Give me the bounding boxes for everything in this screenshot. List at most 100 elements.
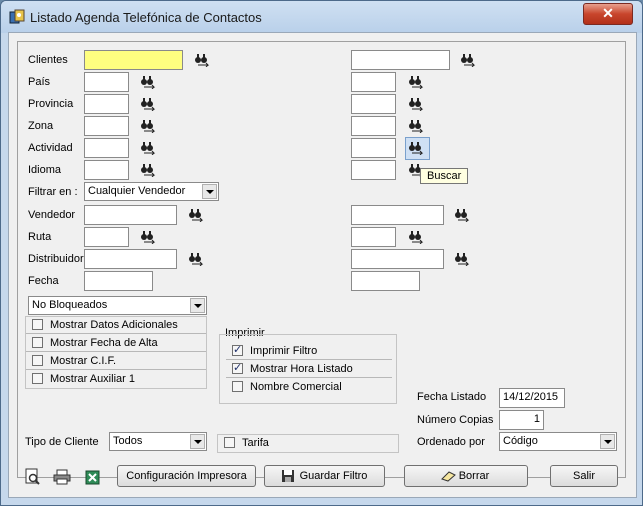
fecha-label: Fecha <box>28 275 59 287</box>
ordenado-por-select[interactable]: Código <box>499 432 617 451</box>
app-icon <box>9 9 25 24</box>
provincia-label: Provincia <box>28 98 74 110</box>
mostrar-auxiliar1-checkbox[interactable]: Mostrar Auxiliar 1 <box>26 371 206 388</box>
tipo-cliente-select[interactable]: Todos <box>109 432 207 451</box>
binoculars-icon[interactable] <box>188 252 204 266</box>
nombre-comercial-checkbox[interactable]: Nombre Comercial <box>226 379 392 396</box>
filtrar-en-label: Filtrar en : <box>28 186 78 198</box>
tipo-cliente-value: Todos <box>113 435 143 447</box>
pais-to-input[interactable] <box>351 72 396 92</box>
idioma-from-input[interactable] <box>84 160 129 180</box>
printer-icon[interactable] <box>53 469 71 485</box>
tarifa-checkbox[interactable]: Tarifa <box>218 435 398 452</box>
actividad-label: Actividad <box>28 142 73 154</box>
vendedor-from-input[interactable] <box>84 205 177 225</box>
checkbox-box[interactable] <box>32 319 43 330</box>
save-icon <box>282 470 294 482</box>
chevron-down-icon[interactable] <box>190 434 205 449</box>
idioma-to-input[interactable] <box>351 160 396 180</box>
binoculars-icon[interactable] <box>408 141 424 155</box>
checkbox-box[interactable] <box>224 437 235 448</box>
salir-button[interactable]: Salir <box>550 465 618 487</box>
bloqueados-select[interactable]: No Bloqueados <box>28 296 207 315</box>
filtrar-en-value: Cualquier Vendedor <box>88 185 186 197</box>
binoculars-icon[interactable] <box>140 75 156 89</box>
checkbox-box[interactable] <box>232 343 243 356</box>
checkbox-box[interactable] <box>32 373 43 384</box>
mostrar-hora-listado-checkbox[interactable]: Mostrar Hora Listado <box>226 361 392 378</box>
checkbox-label: Mostrar C.I.F. <box>50 355 117 367</box>
filtrar-en-select[interactable]: Cualquier Vendedor <box>84 182 219 201</box>
vendedor-to-input[interactable] <box>351 205 444 225</box>
idioma-label: Idioma <box>28 164 62 176</box>
fecha-from-input[interactable] <box>84 271 153 291</box>
binoculars-icon[interactable] <box>460 53 476 67</box>
clientes-to-input[interactable] <box>351 50 450 70</box>
chevron-down-icon[interactable] <box>190 298 205 313</box>
zona-from-input[interactable] <box>84 116 129 136</box>
binoculars-icon[interactable] <box>140 119 156 133</box>
borrar-button[interactable]: Borrar <box>404 465 528 487</box>
binoculars-icon[interactable] <box>140 163 156 177</box>
imprimir-group: Imprimir Filtro Mostrar Hora Listado Nom… <box>219 334 397 404</box>
checkbox-box[interactable] <box>32 337 43 348</box>
ordenado-por-value: Código <box>503 435 538 447</box>
ruta-label: Ruta <box>28 231 52 243</box>
mostrar-fecha-alta-checkbox[interactable]: Mostrar Fecha de Alta <box>26 335 206 352</box>
close-button[interactable]: ✕ <box>583 3 633 25</box>
provincia-to-input[interactable] <box>351 94 396 114</box>
guardar-filtro-button[interactable]: Guardar Filtro <box>264 465 385 487</box>
binoculars-icon[interactable] <box>194 53 210 67</box>
numero-copias-input[interactable]: 1 <box>499 410 544 430</box>
configuracion-impresora-button[interactable]: Configuración Impresora <box>117 465 256 487</box>
binoculars-icon[interactable] <box>408 75 424 89</box>
checkbox-box[interactable] <box>232 381 243 392</box>
filter-panel: Clientes País Provincia Zona Actividad I… <box>17 41 626 478</box>
fecha-listado-input[interactable]: 14/12/2015 <box>499 388 565 408</box>
ruta-to-input[interactable] <box>351 227 396 247</box>
binoculars-icon[interactable] <box>140 141 156 155</box>
distribuidor-from-input[interactable] <box>84 249 177 269</box>
checkbox-label: Imprimir Filtro <box>250 345 318 357</box>
zona-label: Zona <box>28 120 54 132</box>
ruta-from-input[interactable] <box>84 227 129 247</box>
clientes-label: Clientes <box>28 54 68 66</box>
window-title: Listado Agenda Telefónica de Contactos <box>30 10 262 25</box>
distribuidor-to-input[interactable] <box>351 249 444 269</box>
actividad-to-input[interactable] <box>351 138 396 158</box>
distribuidor-label: Distribuidor <box>28 253 84 265</box>
binoculars-icon[interactable] <box>408 230 424 244</box>
ordenado-por-label: Ordenado por <box>417 436 485 448</box>
binoculars-icon[interactable] <box>140 230 156 244</box>
binoculars-icon[interactable] <box>188 208 204 222</box>
bloqueados-value: No Bloqueados <box>32 299 108 311</box>
checkbox-box[interactable] <box>32 355 43 366</box>
zona-to-input[interactable] <box>351 116 396 136</box>
configuracion-impresora-label: Configuración Impresora <box>126 470 247 482</box>
salir-label: Salir <box>572 470 595 482</box>
print-preview-icon[interactable] <box>24 468 42 486</box>
binoculars-icon[interactable] <box>408 119 424 133</box>
imprimir-filtro-checkbox[interactable]: Imprimir Filtro <box>226 343 392 360</box>
fecha-to-input[interactable] <box>351 271 420 291</box>
chevron-down-icon[interactable] <box>600 434 615 449</box>
binoculars-icon[interactable] <box>454 252 470 266</box>
pais-label: País <box>28 76 51 88</box>
binoculars-icon[interactable] <box>408 97 424 111</box>
checkbox-label: Tarifa <box>242 437 269 449</box>
pais-from-input[interactable] <box>84 72 129 92</box>
clientes-from-input[interactable] <box>84 50 183 70</box>
checkbox-label: Mostrar Auxiliar 1 <box>50 373 135 385</box>
chevron-down-icon[interactable] <box>202 184 217 199</box>
binoculars-icon[interactable] <box>140 97 156 111</box>
dialog-window: Listado Agenda Telefónica de Contactos ✕… <box>0 0 643 506</box>
checkbox-label: Nombre Comercial <box>250 381 342 393</box>
tipo-cliente-label: Tipo de Cliente <box>25 436 99 448</box>
mostrar-datos-adicionales-checkbox[interactable]: Mostrar Datos Adicionales <box>26 317 206 334</box>
excel-icon[interactable] <box>84 468 102 486</box>
binoculars-icon[interactable] <box>454 208 470 222</box>
mostrar-cif-checkbox[interactable]: Mostrar C.I.F. <box>26 353 206 370</box>
provincia-from-input[interactable] <box>84 94 129 114</box>
actividad-from-input[interactable] <box>84 138 129 158</box>
checkbox-box[interactable] <box>232 361 243 374</box>
